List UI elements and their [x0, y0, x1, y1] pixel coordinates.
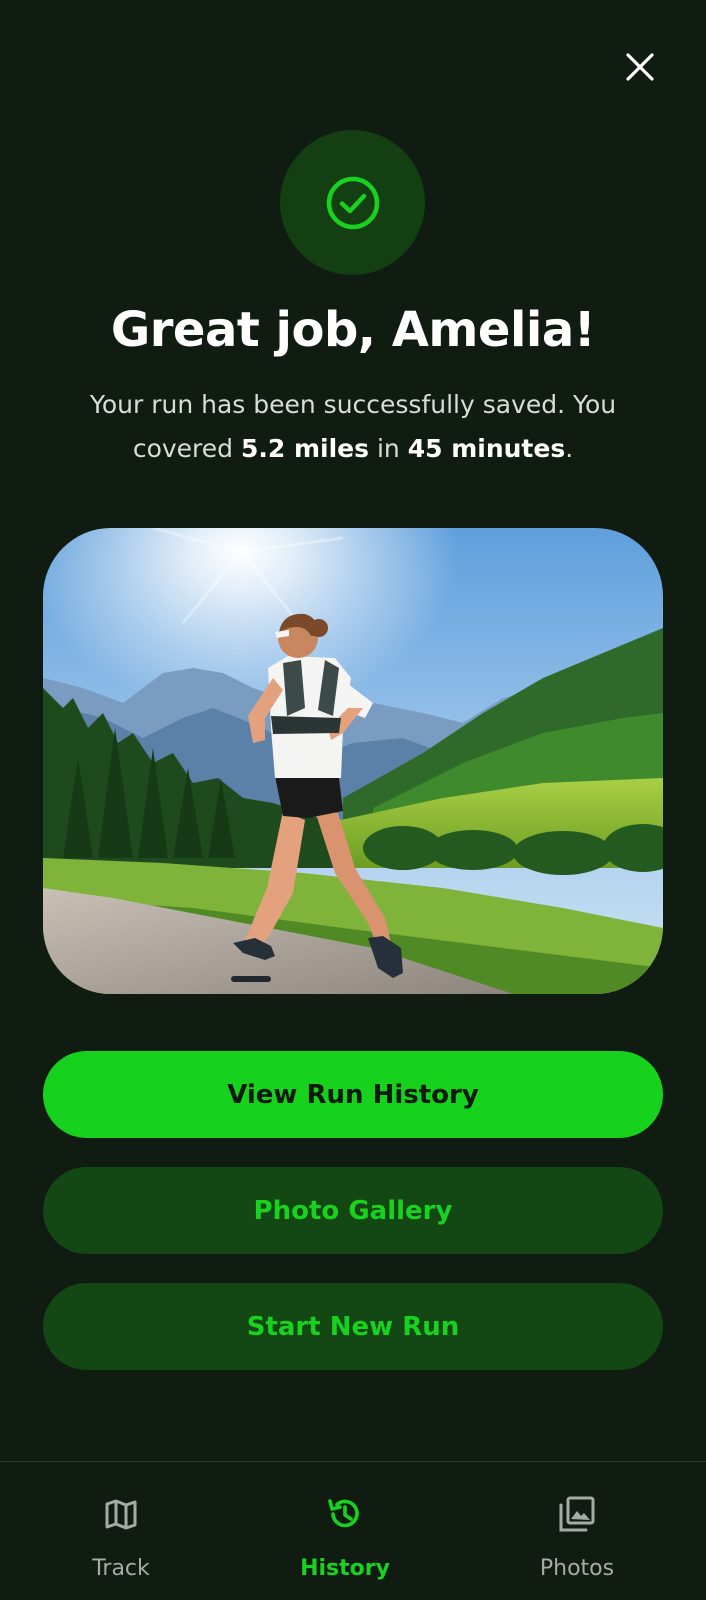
distance-value: 5.2 miles [241, 434, 370, 463]
nav-item-history[interactable]: History [245, 1462, 445, 1600]
nav-item-photos[interactable]: Photos [477, 1462, 677, 1600]
check-circle-icon [326, 176, 379, 229]
success-message: Your run has been successfully saved. Yo… [40, 383, 666, 471]
nav-label-photos: Photos [539, 1556, 615, 1581]
nav-label-history: History [300, 1556, 390, 1581]
photo-gallery-button[interactable]: Photo Gallery [43, 1167, 663, 1254]
history-icon [325, 1494, 365, 1534]
close-button[interactable] [618, 45, 662, 89]
photo-library-icon [557, 1494, 597, 1534]
start-new-run-button[interactable]: Start New Run [43, 1283, 663, 1370]
map-icon [101, 1494, 141, 1534]
message-middle: in [369, 434, 408, 463]
run-photo [43, 528, 663, 994]
start-new-run-label: Start New Run [246, 1311, 460, 1342]
nav-label-track: Track [92, 1556, 150, 1581]
view-run-history-button[interactable]: View Run History [43, 1051, 663, 1138]
message-suffix: . [565, 434, 574, 463]
nav-item-track[interactable]: Track [21, 1462, 221, 1600]
runner-landscape-image [43, 528, 663, 994]
page-title: Great job, Amelia! [110, 302, 596, 358]
run-saved-screen: Great job, Amelia! Your run has been suc… [0, 0, 706, 1600]
bottom-navigation: Track History Photos [0, 1461, 706, 1600]
photo-gallery-label: Photo Gallery [253, 1195, 453, 1226]
view-run-history-label: View Run History [227, 1079, 479, 1110]
close-icon [626, 53, 654, 81]
duration-value: 45 minutes [407, 434, 566, 463]
success-badge [280, 130, 425, 275]
